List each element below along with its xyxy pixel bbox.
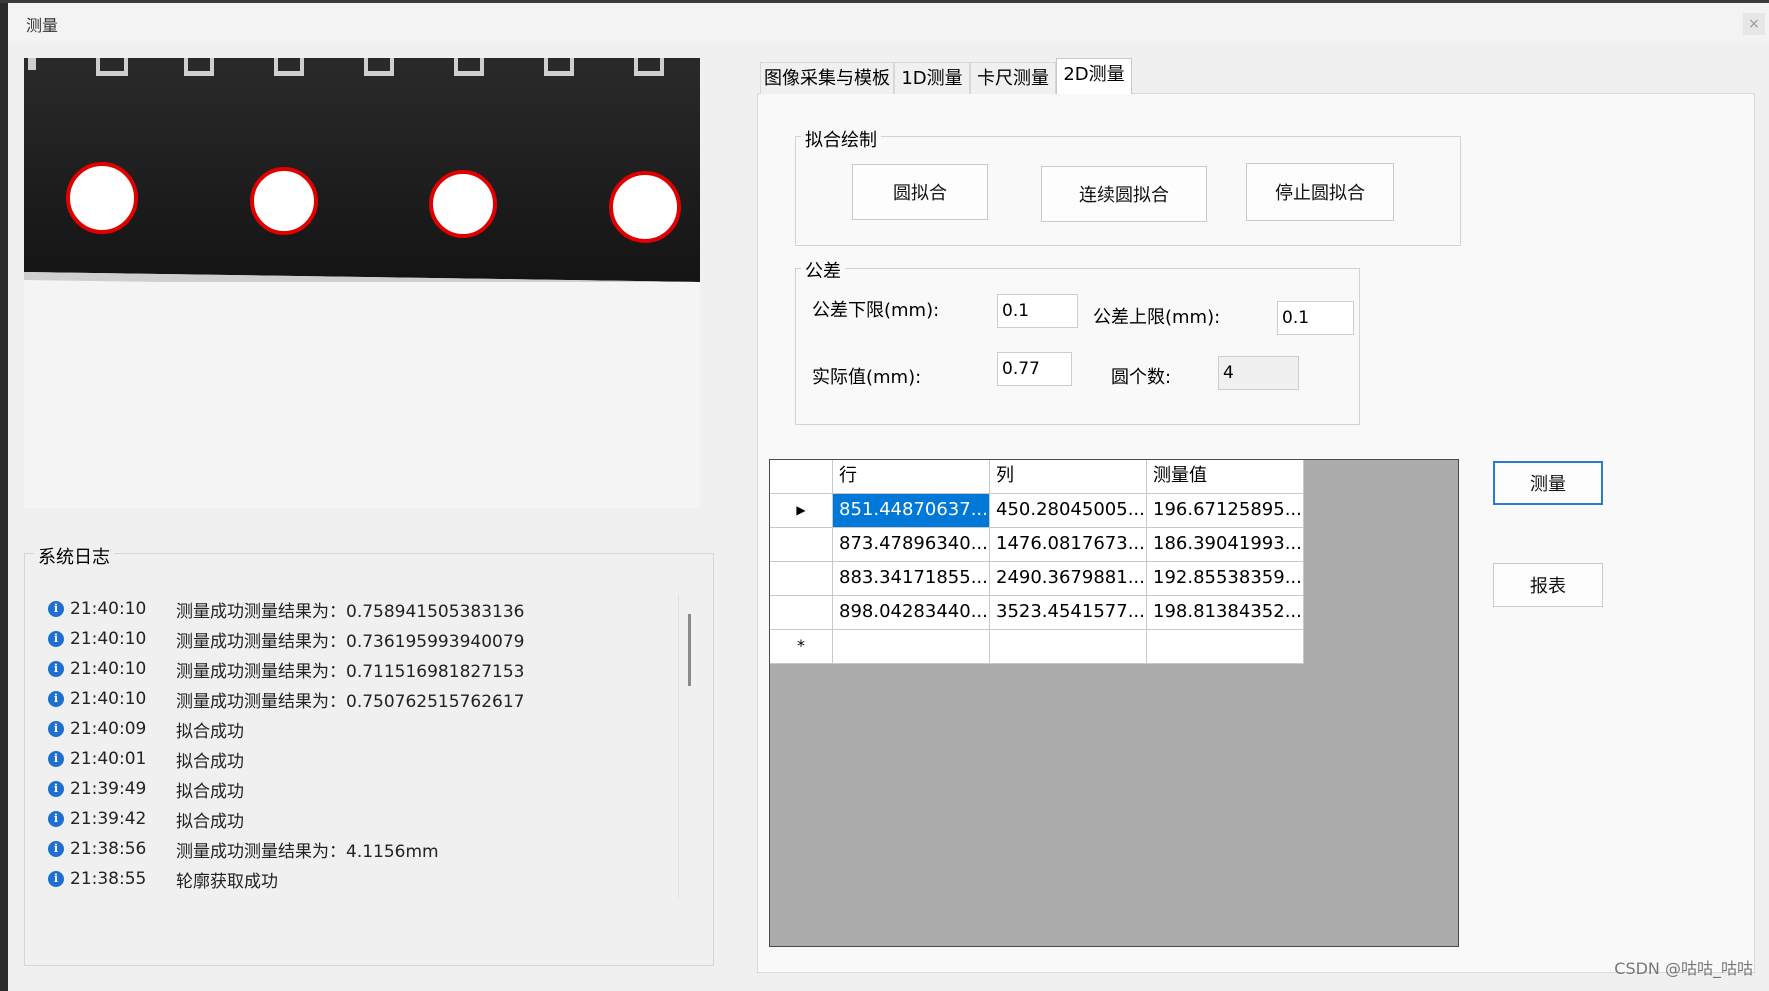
log-message: 拟合成功 (176, 721, 244, 742)
log-time: 21:39:49 (70, 779, 147, 799)
log-time: 21:40:10 (70, 689, 147, 709)
fit-circle-3 (429, 170, 497, 238)
continuous-circle-fit-button[interactable]: 连续圆拟合 (1041, 166, 1207, 222)
actual-value-input[interactable]: 0.77 (997, 352, 1072, 386)
log-message: 测量成功测量结果为：0.711516981827153 (176, 661, 525, 682)
log-entry[interactable]: i 21:40:10 测量成功测量结果为：0.758941505383136 (48, 594, 524, 624)
grid-header-row[interactable]: 行 (833, 460, 990, 494)
grid-cell[interactable]: 883.34171855... (833, 562, 990, 596)
log-time: 21:38:56 (70, 839, 147, 859)
log-time: 21:38:55 (70, 869, 147, 889)
measure-button[interactable]: 测量 (1493, 461, 1603, 505)
system-log-list[interactable]: i 21:40:10 测量成功测量结果为：0.758941505383136 i 21:… (48, 594, 680, 904)
grid-cell[interactable]: 2490.3679881... (990, 562, 1147, 596)
window-title: 测量 (26, 16, 59, 35)
row-header[interactable] (770, 596, 833, 630)
log-time: 21:40:09 (70, 719, 147, 739)
tolerance-lower-label: 公差下限(mm): (812, 300, 940, 321)
grid-cell-new[interactable] (1147, 630, 1304, 664)
log-entry[interactable]: i 21:39:42 拟合成功 (48, 804, 244, 834)
fit-circle-2 (250, 167, 318, 235)
camera-image (24, 58, 700, 282)
log-message: 拟合成功 (176, 781, 244, 802)
grid-cell[interactable]: 1476.0817673... (990, 528, 1147, 562)
row-header-current[interactable]: ▶ (770, 494, 833, 528)
tab-caliper-measure[interactable]: 卡尺测量 (970, 62, 1056, 94)
tolerance-upper-label: 公差上限(mm): (1093, 307, 1221, 328)
log-scroll-track[interactable] (678, 594, 679, 899)
log-message: 测量成功测量结果为：0.736195993940079 (176, 631, 525, 652)
grid-cell[interactable]: 3523.4541577... (990, 596, 1147, 630)
fit-circle-1 (66, 162, 138, 234)
info-icon: i (48, 691, 64, 707)
info-icon: i (48, 781, 64, 797)
watermark: CSDN @咕咕_咕咕 (1614, 959, 1753, 978)
tab-1d-measure[interactable]: 1D测量 (894, 62, 970, 94)
circle-count-field: 4 (1218, 356, 1299, 390)
row-header[interactable] (770, 562, 833, 596)
log-entry[interactable]: i 21:38:56 测量成功测量结果为：4.1156mm (48, 834, 439, 864)
grid-cell-new[interactable] (833, 630, 990, 664)
log-time: 21:40:10 (70, 659, 147, 679)
grid-cell[interactable]: 186.39041993... (1147, 528, 1304, 562)
row-header[interactable] (770, 528, 833, 562)
tab-image-capture[interactable]: 图像采集与模板 (760, 62, 894, 94)
log-message: 拟合成功 (176, 811, 244, 832)
info-icon: i (48, 661, 64, 677)
info-icon: i (48, 811, 64, 827)
tolerance-group (795, 268, 1360, 425)
tab-2d-measure[interactable]: 2D测量 (1056, 58, 1132, 94)
circle-fit-button[interactable]: 圆拟合 (852, 164, 988, 220)
grid-cell[interactable]: 450.28045005... (990, 494, 1147, 528)
log-entry[interactable]: i 21:40:10 测量成功测量结果为：0.750762515762617 (48, 684, 524, 714)
tolerance-upper-input[interactable]: 0.1 (1277, 301, 1354, 335)
log-scrollbar-thumb[interactable] (688, 614, 691, 686)
log-entry[interactable]: i 21:40:09 拟合成功 (48, 714, 244, 744)
left-window-edge (0, 0, 8, 991)
info-icon: i (48, 601, 64, 617)
grid-cell-new[interactable] (990, 630, 1147, 664)
info-icon: i (48, 841, 64, 857)
log-message: 轮廓获取成功 (176, 871, 278, 892)
grid-cell[interactable]: 851.44870637... (833, 494, 990, 528)
tolerance-lower-input[interactable]: 0.1 (997, 294, 1078, 328)
log-message: 测量成功测量结果为：0.758941505383136 (176, 601, 525, 622)
grid-cell[interactable]: 196.67125895... (1147, 494, 1304, 528)
log-message: 测量成功测量结果为：4.1156mm (176, 841, 439, 862)
log-message: 拟合成功 (176, 751, 244, 772)
log-entry[interactable]: i 21:39:49 拟合成功 (48, 774, 244, 804)
grid-header-measure-value[interactable]: 测量值 (1147, 460, 1304, 494)
close-icon[interactable]: × (1743, 13, 1765, 35)
info-icon: i (48, 871, 64, 887)
circle-count-label: 圆个数: (1111, 367, 1172, 388)
log-entry[interactable]: i 21:40:01 拟合成功 (48, 744, 244, 774)
fit-draw-title: 拟合绘制 (801, 126, 881, 152)
system-log-title: 系统日志 (34, 543, 114, 569)
title-bar: 测量 × (8, 3, 1769, 41)
stop-circle-fit-button[interactable]: 停止圆拟合 (1246, 163, 1394, 221)
actual-value-label: 实际值(mm): (812, 367, 922, 388)
grid-cell[interactable]: 192.85538359... (1147, 562, 1304, 596)
log-time: 21:40:10 (70, 629, 147, 649)
info-icon: i (48, 721, 64, 737)
grid-cell[interactable]: 198.81384352... (1147, 596, 1304, 630)
grid-header-column[interactable]: 列 (990, 460, 1147, 494)
tolerance-title: 公差 (801, 257, 845, 283)
row-header-new[interactable]: * (770, 630, 833, 664)
grid-cell[interactable]: 873.47896340... (833, 528, 990, 562)
info-icon: i (48, 631, 64, 647)
measurement-grid[interactable]: 行 列 测量值 ▶ 851.44870637... 450.28045005..… (769, 459, 1459, 947)
grid-corner-header[interactable] (770, 460, 833, 494)
grid-cell[interactable]: 898.04283440... (833, 596, 990, 630)
log-entry[interactable]: i 21:40:10 测量成功测量结果为：0.736195993940079 (48, 624, 524, 654)
info-icon: i (48, 751, 64, 767)
log-time: 21:40:10 (70, 599, 147, 619)
log-message: 测量成功测量结果为：0.750762515762617 (176, 691, 525, 712)
log-entry[interactable]: i 21:38:55 轮廓获取成功 (48, 864, 278, 894)
log-time: 21:39:42 (70, 809, 147, 829)
report-button[interactable]: 报表 (1493, 563, 1603, 607)
log-entry[interactable]: i 21:40:10 测量成功测量结果为：0.711516981827153 (48, 654, 524, 684)
fit-circle-4 (609, 171, 681, 243)
log-time: 21:40:01 (70, 749, 147, 769)
